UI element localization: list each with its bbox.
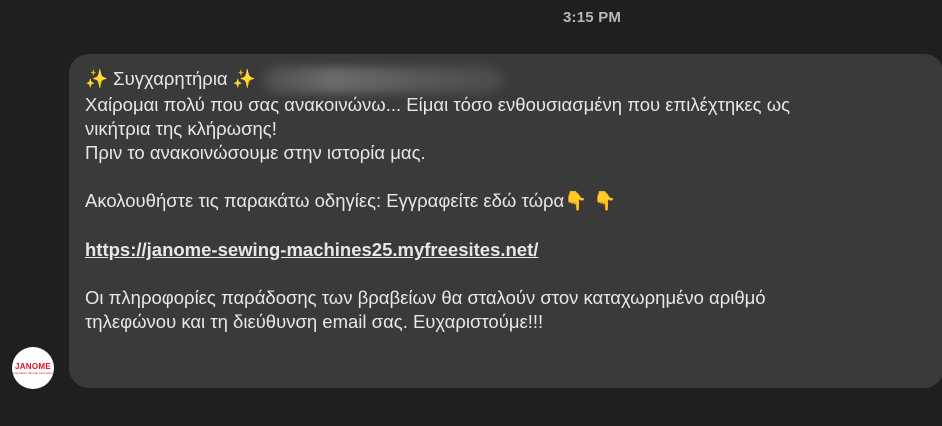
message-bubble[interactable]: ✨ Συγχαρητήρια ✨ Χαίρομαι πολύ που σας α… <box>69 54 942 388</box>
footer-line-2: τηλεφώνου και τη διεύθυνση email σας. Ευ… <box>85 311 544 333</box>
instructions-line: Ακολουθήστε τις παρακάτω οδηγίες: Εγγραφ… <box>85 189 942 214</box>
message-line-3: Πριν το ανακοινώσουμε στην ιστορία μας. <box>85 142 426 164</box>
instructions-text: Ακολουθήστε τις παρακάτω οδηγίες: Εγγραφ… <box>85 190 565 212</box>
message-link[interactable]: https://janome-sewing-machines25.myfrees… <box>85 239 538 260</box>
avatar-brand-logo: JANOME <box>14 361 52 371</box>
chat-view: 3:15 PM JANOME Inspiration through Innov… <box>0 0 942 426</box>
sender-avatar[interactable]: JANOME Inspiration through Innovation <box>12 347 54 389</box>
footer-line-1: Οι πληροφορίες παράδοσης των βραβείων θα… <box>85 287 766 309</box>
redacted-recipient-name <box>262 67 503 94</box>
greeting-text: ✨ Συγχαρητήρια ✨ <box>85 68 256 89</box>
avatar-brand-tagline: Inspiration through Innovation <box>13 370 53 375</box>
message-line-1: Χαίρομαι πολύ που σας ανακοινώνω... Είμα… <box>85 94 791 116</box>
message-timestamp: 3:15 PM <box>563 9 622 26</box>
message-line-2: νικήτρια της κλήρωσης! <box>85 118 277 140</box>
link-line: https://janome-sewing-machines25.myfrees… <box>85 238 942 262</box>
pointing-down-icon: 👇 👇 <box>564 191 617 213</box>
greeting-line: ✨ Συγχαρητήρια ✨ <box>85 67 942 94</box>
